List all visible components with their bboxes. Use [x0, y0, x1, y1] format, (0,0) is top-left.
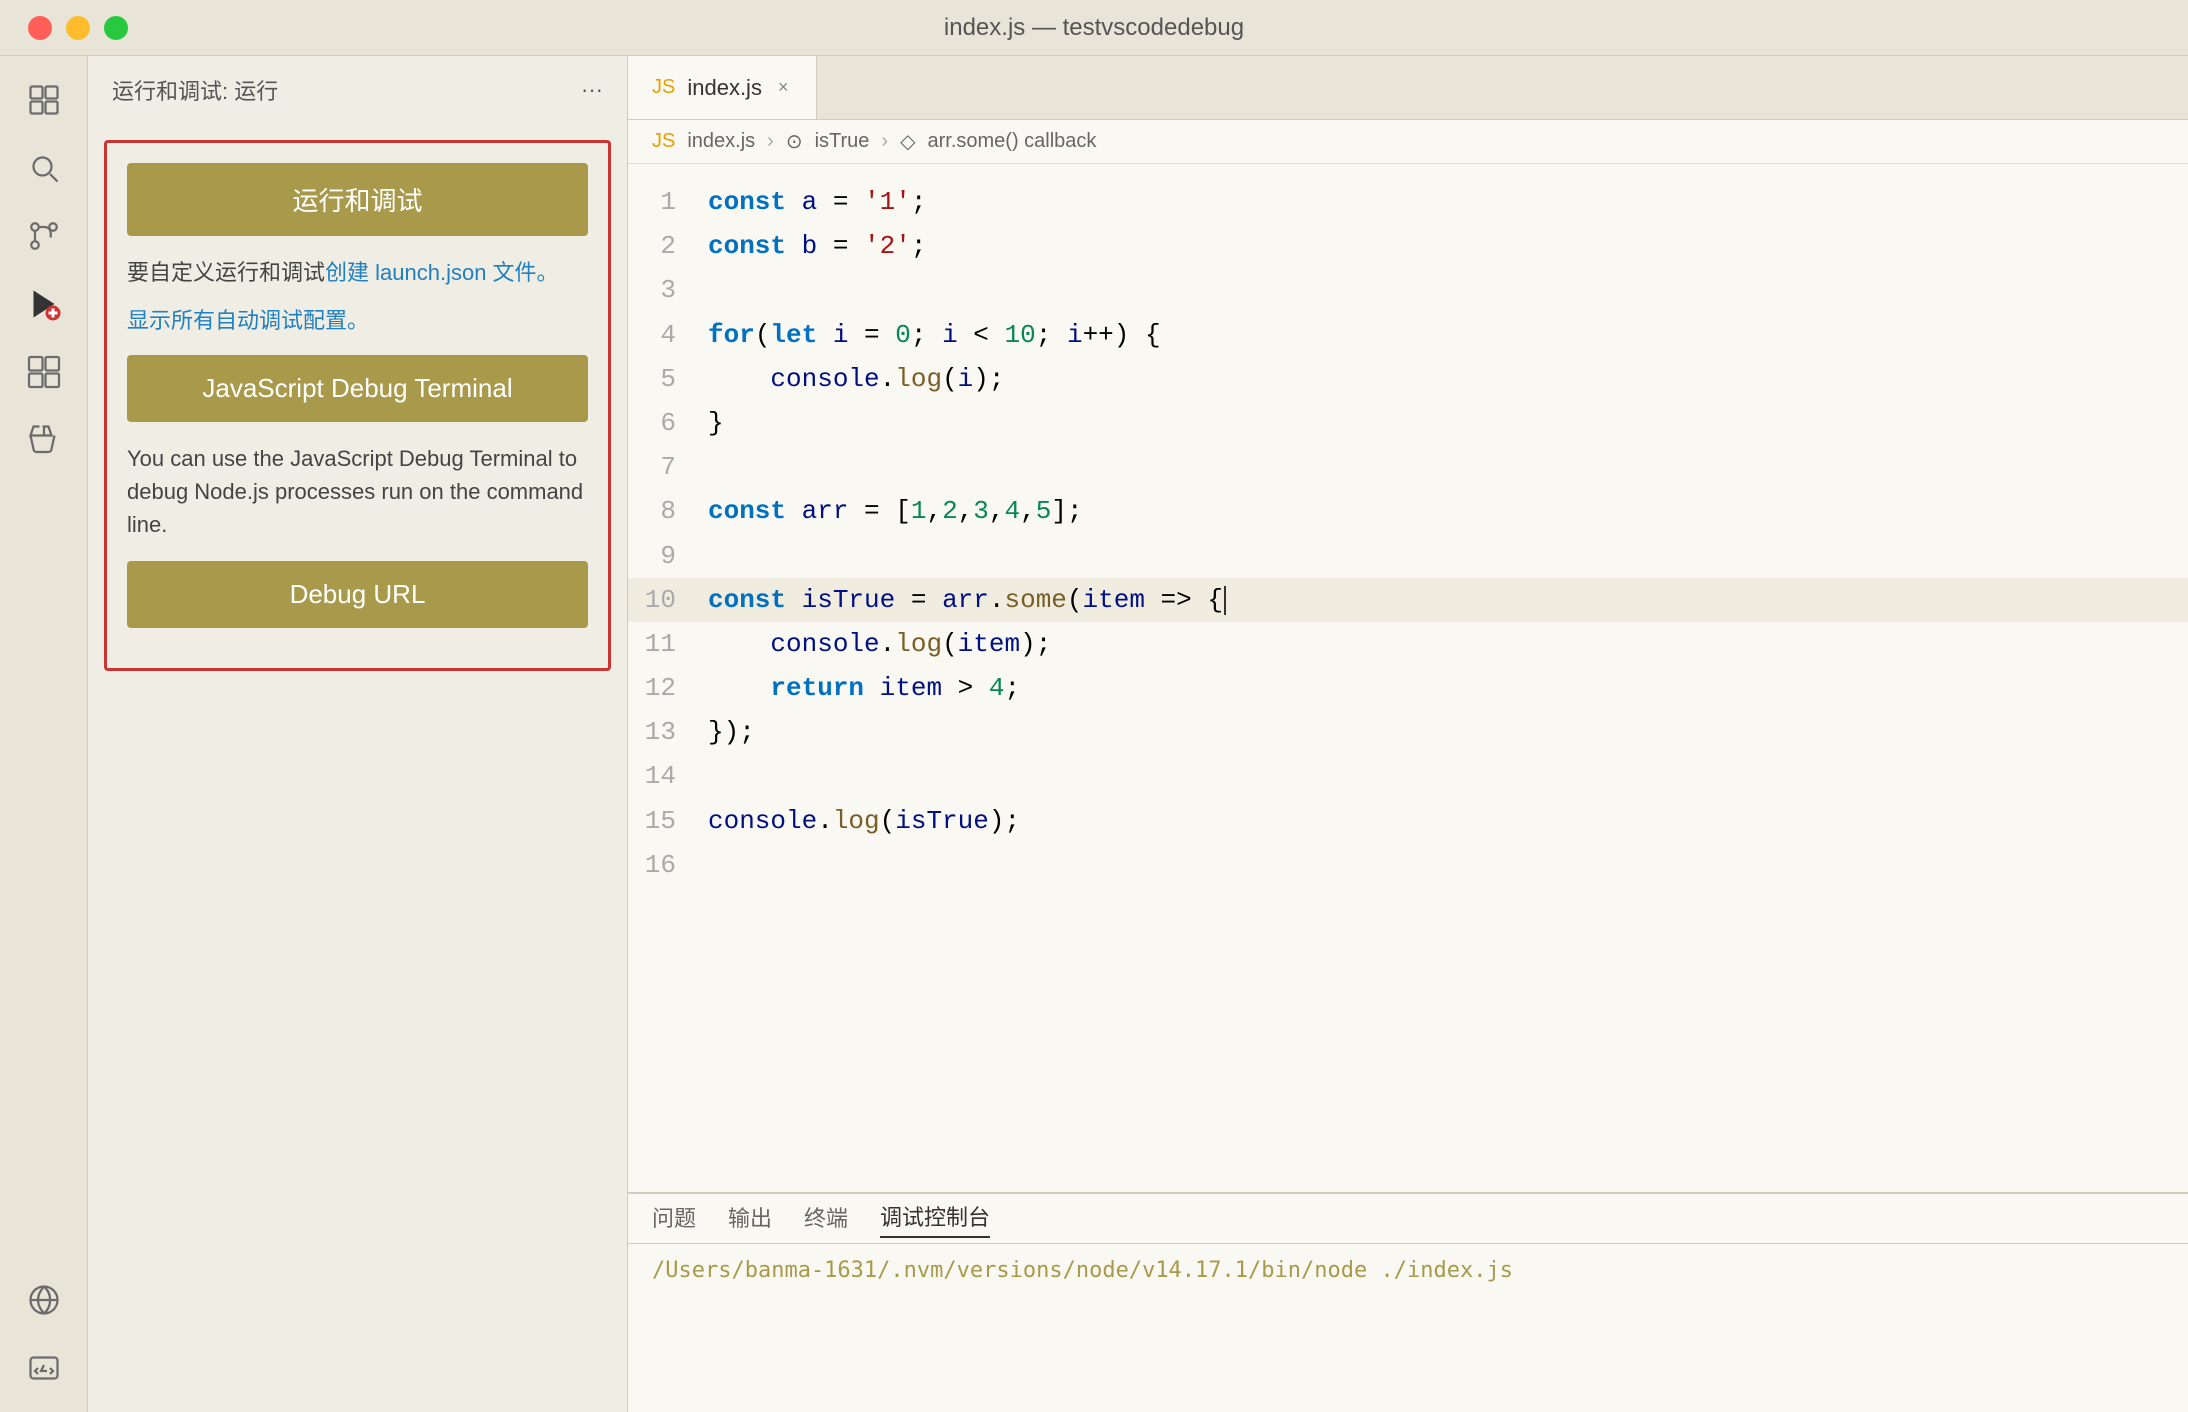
js-file-icon: JS	[652, 76, 675, 99]
table-row: 1 const a = '1';	[628, 180, 2188, 224]
tab-debug-console[interactable]: 调试控制台	[880, 1200, 990, 1238]
window-title: index.js — testvscodedebug	[944, 14, 1244, 42]
breadcrumb-var[interactable]: isTrue	[815, 130, 870, 153]
editor-area: JS index.js × JS index.js › ⊙ isTrue › ◇…	[628, 56, 2188, 1412]
table-row: 6 }	[628, 401, 2188, 445]
sdk-icon[interactable]	[16, 1340, 72, 1396]
table-row: 14	[628, 754, 2188, 798]
terminal-content: /Users/banma-1631/.nvm/versions/node/v14…	[628, 1244, 2188, 1297]
tab-bar: JS index.js ×	[628, 56, 2188, 120]
js-debug-description: You can use the JavaScript Debug Termina…	[127, 442, 588, 541]
tab-terminal[interactable]: 终端	[804, 1201, 848, 1237]
debug-description-text: 要自定义运行和调试	[127, 260, 325, 285]
table-row: 15 console.log(isTrue);	[628, 799, 2188, 843]
app-body: 运行和调试: 运行 ··· 运行和调试 要自定义运行和调试创建 launch.j…	[0, 56, 2188, 1412]
terminal-path: /Users/banma-1631/.nvm/versions/node/v14…	[652, 1258, 1513, 1283]
debug-panel: 运行和调试 要自定义运行和调试创建 launch.json 文件。 显示所有自动…	[104, 140, 611, 671]
table-row: 5 console.log(i);	[628, 357, 2188, 401]
table-row: 8 const arr = [1,2,3,4,5];	[628, 489, 2188, 533]
table-row: 13 });	[628, 710, 2188, 754]
breadcrumb-sep-1: ›	[767, 130, 774, 153]
table-row: 10 const isTrue = arr.some(item => {	[628, 578, 2188, 622]
run-debug-button[interactable]: 运行和调试	[127, 163, 588, 236]
code-editor[interactable]: 1 const a = '1'; 2 const b = '2'; 3 4 fo…	[628, 164, 2188, 1192]
js-debug-terminal-button[interactable]: JavaScript Debug Terminal	[127, 355, 588, 422]
table-row: 11 console.log(item);	[628, 622, 2188, 666]
tab-close-button[interactable]: ×	[774, 75, 793, 100]
extensions-icon[interactable]	[16, 344, 72, 400]
run-debug-icon[interactable]	[16, 276, 72, 332]
maximize-button[interactable]	[104, 16, 128, 40]
table-row: 2 const b = '2';	[628, 224, 2188, 268]
debug-description: 要自定义运行和调试创建 launch.json 文件。	[127, 256, 588, 289]
search-icon[interactable]	[16, 140, 72, 196]
sidebar-menu-button[interactable]: ···	[581, 77, 603, 103]
remote-icon[interactable]	[16, 1272, 72, 1328]
terminal-tab-bar: 问题 输出 终端 调试控制台	[628, 1194, 2188, 1244]
show-all-configs-link[interactable]: 显示所有自动调试配置。	[127, 303, 588, 335]
tab-indexjs[interactable]: JS index.js ×	[628, 56, 817, 119]
titlebar: index.js — testvscodedebug	[0, 0, 2188, 56]
window-controls[interactable]	[28, 16, 128, 40]
table-row: 7	[628, 445, 2188, 489]
tab-label: index.js	[687, 75, 762, 101]
sidebar-header: 运行和调试: 运行 ···	[88, 56, 627, 124]
tab-output[interactable]: 输出	[728, 1201, 772, 1237]
testing-icon[interactable]	[16, 412, 72, 468]
create-launch-json-link[interactable]: 创建 launch.json 文件。	[325, 260, 559, 285]
breadcrumb-sep-2: ›	[881, 130, 888, 153]
table-row: 3	[628, 268, 2188, 312]
breadcrumb-js-icon: JS	[652, 130, 675, 153]
table-row: 12 return item > 4;	[628, 666, 2188, 710]
breadcrumb-fn-icon: ◇	[900, 129, 915, 154]
breadcrumb-var-icon: ⊙	[786, 129, 803, 154]
source-control-icon[interactable]	[16, 208, 72, 264]
debug-url-button[interactable]: Debug URL	[127, 561, 588, 628]
breadcrumb: JS index.js › ⊙ isTrue › ◇ arr.some() ca…	[628, 120, 2188, 164]
breadcrumb-file[interactable]: index.js	[687, 130, 755, 153]
minimize-button[interactable]	[66, 16, 90, 40]
sidebar: 运行和调试: 运行 ··· 运行和调试 要自定义运行和调试创建 launch.j…	[88, 56, 628, 1412]
activity-bar	[0, 56, 88, 1412]
terminal-panel: 问题 输出 终端 调试控制台 /Users/banma-1631/.nvm/ve…	[628, 1192, 2188, 1412]
close-button[interactable]	[28, 16, 52, 40]
explorer-icon[interactable]	[16, 72, 72, 128]
table-row: 4 for(let i = 0; i < 10; i++) {	[628, 313, 2188, 357]
tab-problems[interactable]: 问题	[652, 1201, 696, 1237]
table-row: 16	[628, 843, 2188, 887]
sidebar-title: 运行和调试: 运行	[112, 74, 278, 106]
table-row: 9	[628, 534, 2188, 578]
breadcrumb-fn[interactable]: arr.some() callback	[927, 130, 1096, 153]
